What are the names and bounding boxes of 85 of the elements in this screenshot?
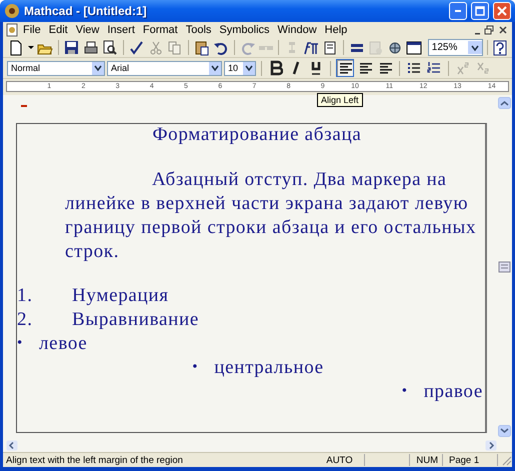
calc-mode-indicator: AUTO [322,454,366,466]
menu-item[interactable]: Insert [103,24,139,36]
menu-item[interactable]: View [72,24,104,36]
calculate-icon [368,40,384,56]
menu-item[interactable]: Format [138,24,182,36]
menu-item[interactable]: Window [274,24,321,36]
subscript-icon [476,61,490,75]
resize-grip-icon [500,454,512,466]
restore-icon [484,25,494,35]
numbered-list-icon [427,61,441,75]
maximize-button[interactable] [471,2,489,20]
bulleted-list-icon [407,61,421,75]
save-icon [64,40,80,56]
list-item-text: левое [39,332,88,354]
num-lock-indicator: NUM [412,454,443,466]
toolbar-button[interactable] [82,38,100,56]
caret-icon [28,46,34,49]
style-dropdown[interactable]: Normal [7,60,105,76]
window-icon [406,40,422,56]
page-indicator: Page 1 [445,454,498,466]
list-number: 2. [17,308,34,330]
font-dropdown[interactable]: Arial [107,60,222,76]
print-icon [83,40,100,56]
tooltip: Align Left [317,93,363,107]
underline-icon [309,60,323,76]
toolbar-button[interactable] [101,38,120,56]
bullet-marker: • [17,335,24,352]
copy-icon [166,40,183,56]
maximize-icon [475,6,485,16]
close-icon [497,6,507,16]
caret-icon [211,64,219,72]
paste-icon [194,40,210,56]
window-title: Mathcad - [Untitled:1] [24,4,148,18]
bold-icon [269,60,283,76]
insert-math-icon [302,40,319,56]
component-icon [386,40,403,56]
menu-item[interactable]: Tools [182,24,216,36]
status-message: Align text with the left margin of the region [5,454,184,466]
menu-item[interactable]: File [19,24,45,36]
align-left-button[interactable] [336,59,354,77]
help-icon [492,40,507,56]
caret-icon [470,44,479,52]
paragraph: Абзацный отступ. Два маркера на линейке в верхней части экрана задают левую границу первой строки абзаца и его остальных строк. [65,168,477,264]
page-icon[interactable] [498,261,511,273]
scroll-right-icon[interactable] [485,440,497,451]
close-icon [498,25,508,35]
heading: Форматирование абзаца [151,124,363,146]
app-logo-icon [4,3,20,19]
cut-icon [148,40,164,56]
print-preview-icon [102,40,118,56]
insertion-cursor [21,105,27,106]
font-size-dropdown[interactable]: 10 [224,60,256,76]
list-item-text: Выравнивание [72,308,200,330]
bullet-marker: • [192,359,200,376]
scroll-down-icon[interactable] [498,425,511,437]
document-icon [5,23,19,37]
caret-icon [94,64,102,72]
resource-icon [322,40,338,56]
scroll-up-icon[interactable] [498,97,511,109]
align-right-icon [378,61,392,75]
toolbar-button[interactable] [192,38,211,56]
align-left-icon [338,61,352,75]
toolbar-button[interactable] [404,38,423,56]
help-button[interactable] [492,38,508,56]
menu-item[interactable]: Help [320,24,352,36]
list-item-text: Нумерация [72,284,169,306]
menu-item[interactable]: Symbolics [215,24,274,36]
list-number: 1. [17,284,34,306]
horizontal-scrollbar[interactable] [3,439,512,452]
align-top-icon [258,46,273,50]
align-center-icon [358,61,372,75]
minimize-button[interactable] [449,2,467,20]
superscript-icon [456,61,470,75]
spell-check-icon [128,40,145,56]
list-item-text: центральное [214,356,324,378]
caret-icon [245,64,253,72]
zoom-dropdown[interactable]: 125% [428,39,483,56]
list-item-text: правое [424,380,483,402]
scroll-left-icon[interactable] [6,440,18,451]
vertical-scrollbar[interactable] [497,95,512,439]
close-button[interactable] [493,2,511,20]
minimize-icon [455,10,461,12]
minimize-icon [475,33,480,35]
bullet-marker: • [402,383,409,400]
menu-item[interactable]: Edit [44,24,72,36]
